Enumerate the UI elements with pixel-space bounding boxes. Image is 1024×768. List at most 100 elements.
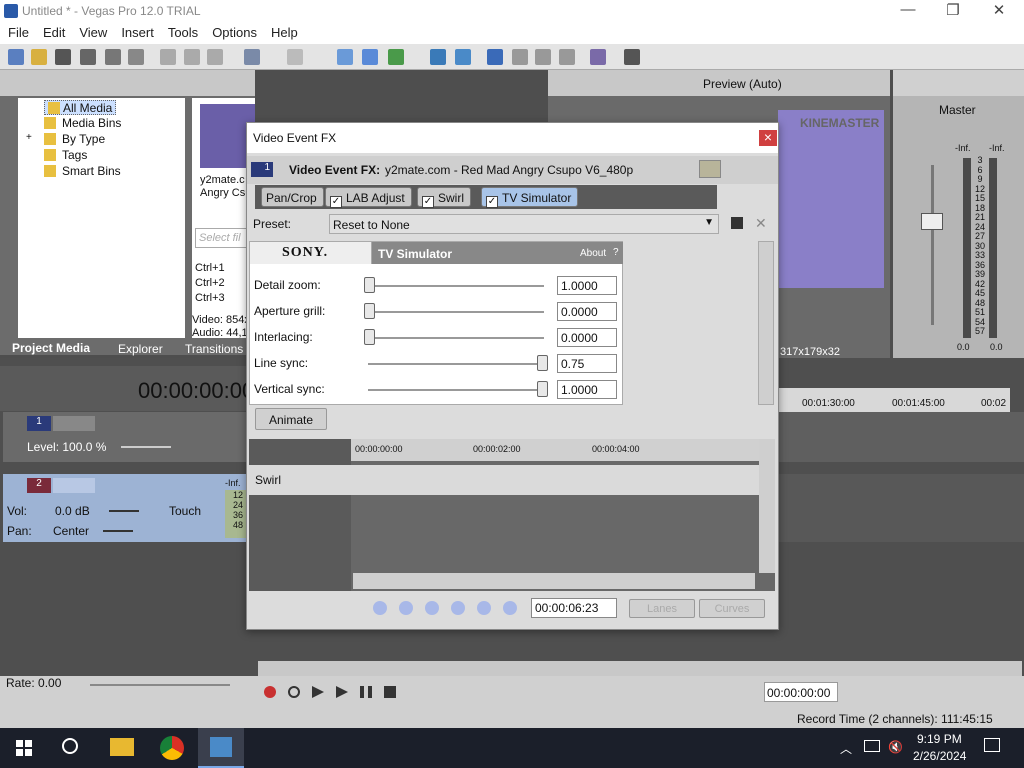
vol-slider[interactable]: [109, 510, 139, 512]
save-as-icon[interactable]: [80, 49, 96, 65]
tab-transitions[interactable]: Transitions: [185, 342, 243, 356]
param-value-field[interactable]: 1.0000: [557, 276, 617, 295]
tree-item-by-type[interactable]: By Type: [44, 132, 105, 146]
first-keyframe-icon[interactable]: [373, 601, 387, 615]
zoom-tool-icon[interactable]: [559, 49, 575, 65]
lanes-button[interactable]: Lanes: [629, 599, 695, 618]
lock-envelopes-icon[interactable]: [487, 49, 503, 65]
whats-this-icon[interactable]: [624, 49, 640, 65]
minimize-button[interactable]: —: [885, 1, 931, 18]
preset-dropdown[interactable]: Reset to None ▼: [329, 214, 719, 234]
tab-explorer[interactable]: Explorer: [118, 342, 163, 356]
param-value-field[interactable]: 0.0000: [557, 328, 617, 347]
checkbox-icon[interactable]: ✓: [422, 196, 434, 208]
track-name-field[interactable]: [53, 416, 95, 431]
prev-keyframe-icon[interactable]: [399, 601, 413, 615]
help-link[interactable]: ?: [613, 247, 619, 258]
save-preset-icon[interactable]: [731, 217, 743, 229]
keyframe-timecode[interactable]: 00:00:06:23: [531, 598, 617, 618]
network-icon[interactable]: [864, 740, 880, 752]
play-icon[interactable]: [336, 686, 348, 698]
clock-time[interactable]: 9:19 PM: [917, 732, 962, 746]
tree-item-media-bins[interactable]: Media Bins: [44, 116, 121, 130]
touch-mode[interactable]: Touch: [169, 504, 201, 518]
close-button[interactable]: ✕: [976, 1, 1022, 19]
rate-slider[interactable]: [90, 684, 230, 686]
file-explorer-icon[interactable]: [110, 738, 134, 756]
param-value-field[interactable]: 0.0000: [557, 302, 617, 321]
menu-edit[interactable]: Edit: [35, 23, 71, 40]
master-fader[interactable]: [921, 213, 943, 230]
param-slider-track[interactable]: [368, 311, 544, 313]
tab-project-media[interactable]: Project Media: [12, 341, 90, 355]
dialog-scrollbar[interactable]: [758, 241, 774, 405]
param-slider-track[interactable]: [368, 337, 544, 339]
delete-keyframe-icon[interactable]: [503, 601, 517, 615]
tree-item-smart-bins[interactable]: Smart Bins: [44, 164, 121, 178]
checkbox-icon[interactable]: ✓: [486, 196, 498, 208]
render-icon[interactable]: [105, 49, 121, 65]
keyframe-vscrollbar[interactable]: [759, 439, 775, 573]
menu-file[interactable]: File: [0, 23, 35, 40]
crossfades-icon[interactable]: [535, 49, 551, 65]
pause-icon[interactable]: [360, 686, 372, 698]
search-icon[interactable]: [62, 738, 78, 754]
menu-tools[interactable]: Tools: [160, 23, 204, 40]
tree-item-tags[interactable]: Tags: [44, 148, 87, 162]
track-level-slider[interactable]: [121, 446, 171, 448]
fx-chain-pan-crop[interactable]: Pan/Crop: [261, 187, 324, 207]
timeline-scrollbar[interactable]: [258, 661, 1022, 677]
fx-chain-tv-simulator[interactable]: ✓ TV Simulator: [481, 187, 579, 208]
chrome-icon[interactable]: [160, 736, 184, 760]
copy-icon[interactable]: [184, 49, 200, 65]
param-slider-track[interactable]: [368, 363, 544, 365]
param-slider-track[interactable]: [368, 389, 544, 391]
open-icon[interactable]: [31, 49, 47, 65]
windows-start-icon[interactable]: [16, 740, 32, 756]
properties-icon[interactable]: [128, 49, 144, 65]
add-keyframe-icon[interactable]: [477, 601, 491, 615]
undo-icon[interactable]: [244, 49, 260, 65]
envelope-tool-icon[interactable]: [362, 49, 378, 65]
snapping-icon[interactable]: [430, 49, 446, 65]
param-slider-thumb[interactable]: [364, 329, 375, 345]
last-keyframe-icon[interactable]: [451, 601, 465, 615]
param-slider-thumb[interactable]: [364, 277, 375, 293]
play-from-start-icon[interactable]: [312, 686, 324, 698]
menu-help[interactable]: Help: [263, 23, 304, 40]
pan-slider[interactable]: [103, 530, 133, 532]
ignore-grouping-icon[interactable]: [512, 49, 528, 65]
track-name-field[interactable]: [53, 478, 95, 493]
notification-icon[interactable]: [984, 738, 1000, 752]
volume-icon[interactable]: 🔇: [888, 740, 903, 754]
keyframe-scrollbar[interactable]: [353, 573, 755, 589]
view-mode-button[interactable]: [699, 160, 721, 178]
stop-icon[interactable]: [384, 686, 396, 698]
tray-chevron-icon[interactable]: ︿: [840, 740, 852, 757]
curves-button[interactable]: Curves: [699, 599, 765, 618]
record-button[interactable]: [264, 686, 276, 698]
menu-options[interactable]: Options: [204, 23, 263, 40]
menu-view[interactable]: View: [71, 23, 113, 40]
param-value-field[interactable]: 1.0000: [557, 380, 617, 399]
save-icon[interactable]: [55, 49, 71, 65]
delete-preset-icon[interactable]: ✕: [755, 215, 767, 232]
param-slider-track[interactable]: [368, 285, 544, 287]
fx-chain-lab-adjust[interactable]: ✓ LAB Adjust: [325, 187, 412, 208]
fx-chain-swirl[interactable]: ✓ Swirl: [417, 187, 471, 208]
param-slider-thumb[interactable]: [537, 355, 548, 371]
cut-icon[interactable]: [160, 49, 176, 65]
tree-item-all-media[interactable]: All Media: [44, 100, 117, 115]
restore-button[interactable]: ❐: [930, 1, 976, 19]
param-slider-thumb[interactable]: [364, 303, 375, 319]
preview-quality-label[interactable]: Preview (Auto): [703, 77, 782, 91]
loop-icon[interactable]: [288, 686, 300, 698]
param-value-field[interactable]: 0.75: [557, 354, 617, 373]
auto-ripple-icon[interactable]: [455, 49, 471, 65]
new-icon[interactable]: [8, 49, 24, 65]
animate-button[interactable]: Animate: [255, 408, 327, 430]
menu-insert[interactable]: Insert: [113, 23, 160, 40]
paste-icon[interactable]: [207, 49, 223, 65]
normal-edit-tool-icon[interactable]: [337, 49, 353, 65]
tree-expander[interactable]: +: [26, 132, 32, 143]
